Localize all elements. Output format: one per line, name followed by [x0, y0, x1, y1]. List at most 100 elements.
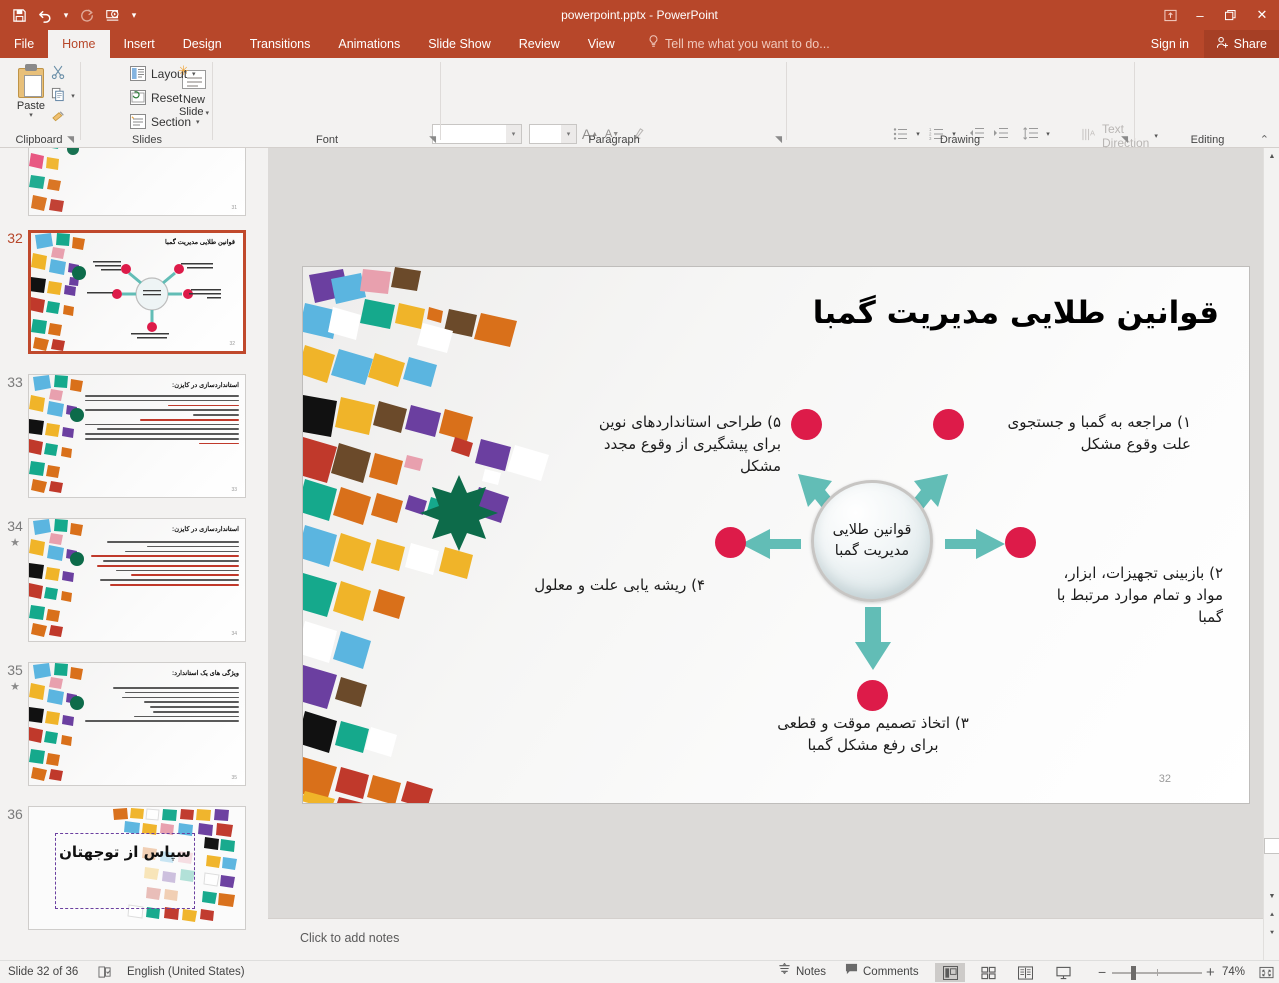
thumbnail-page-number: 35 — [231, 775, 237, 781]
group-divider — [212, 62, 213, 140]
node-dot-3[interactable] — [857, 680, 888, 711]
slide-count-label: Slide 32 of 36 — [8, 966, 79, 978]
drawing-dialog-launcher[interactable]: ◥ — [1121, 134, 1128, 145]
node-label-1[interactable]: ۱) مراجعه به گمبا و جستجوی علت وقوع مشکل — [969, 411, 1191, 455]
language-label[interactable]: English (United States) — [127, 961, 245, 983]
restore-icon[interactable] — [1215, 0, 1245, 30]
center-node-line2: مدیریت گمبا — [834, 543, 910, 559]
tab-slide-show[interactable]: Slide Show — [414, 30, 505, 58]
notes-placeholder[interactable]: Click to add notes — [300, 931, 399, 945]
notes-button[interactable]: Notes — [778, 961, 826, 983]
slide-thumbnail[interactable]: 31 — [28, 148, 246, 216]
tab-review[interactable]: Review — [505, 30, 574, 58]
main-scroll-down-icon[interactable]: ▼ — [1264, 888, 1279, 904]
layout-dropdown-icon[interactable]: ▾ — [192, 70, 196, 78]
share-person-icon — [1216, 36, 1229, 52]
slide-thumbnail-32[interactable]: قوانین طلایی مدیریت گمبا 32 — [28, 230, 246, 354]
node-label-2[interactable]: ۲) بازبینی تجهیزات، ابزار، مواد و تمام م… — [1043, 562, 1223, 628]
node-label-3[interactable]: ۳) اتخاذ تصمیم موقت و قطعی برای رفع مشکل… — [743, 712, 1003, 756]
sign-in-button[interactable]: Sign in — [1151, 30, 1189, 58]
copy-button[interactable] — [48, 86, 68, 106]
tab-design[interactable]: Design — [169, 30, 236, 58]
group-divider — [440, 62, 441, 140]
fit-to-window-button[interactable] — [1256, 963, 1276, 982]
previous-slide-icon[interactable]: ⯅ — [1264, 908, 1279, 924]
notes-icon — [778, 961, 791, 983]
zoom-in-button[interactable]: + — [1206, 961, 1215, 983]
zoom-slider-thumb[interactable] — [1131, 966, 1136, 980]
layout-button[interactable]: Layout ▾ — [130, 66, 196, 81]
node-dot-1[interactable] — [933, 409, 964, 440]
share-button[interactable]: Share — [1203, 30, 1279, 58]
section-button[interactable]: Section ▾ — [130, 114, 200, 129]
tab-insert[interactable]: Insert — [110, 30, 169, 58]
main-scroll-up-icon[interactable]: ▲ — [1264, 148, 1279, 164]
font-dialog-launcher[interactable]: ◥ — [429, 134, 436, 145]
slide-thumbnail-34[interactable]: استانداردسازی در کایزن: 34 — [28, 518, 246, 642]
animation-star-icon: ★ — [10, 681, 20, 693]
ribbon-display-options-icon[interactable] — [1155, 0, 1185, 30]
window-title: powerpoint.pptx - PowerPoint — [561, 8, 718, 22]
node-label-4[interactable]: ۴) ریشه یابی علت و معلول — [503, 574, 705, 596]
node-dot-4[interactable] — [715, 527, 746, 558]
close-icon[interactable]: ✕ — [1245, 0, 1279, 30]
slide-page-number: 32 — [1158, 773, 1171, 785]
main-scrollbar-track[interactable] — [1265, 166, 1279, 866]
notes-pane[interactable]: Click to add notes — [268, 918, 1263, 960]
slide-thumbnail-36[interactable]: سپاس از توجهتان — [28, 806, 246, 930]
share-label: Share — [1233, 37, 1267, 51]
tab-home[interactable]: Home — [48, 30, 110, 58]
thumbnail-number-36: 36 — [7, 806, 23, 822]
node-dot-5[interactable] — [791, 409, 822, 440]
ribbon-group-paragraph: ▾ 123 ▾ ▾ A Text Direction ▾ Paragraph ◥ — [442, 58, 1158, 210]
title-bar: ▾ ▾ powerpoint.pptx - PowerPoint – ✕ — [0, 0, 1279, 30]
scissors-icon — [51, 65, 66, 83]
main-vertical-scrollbar[interactable]: ▲ ▼ ⯅ ⯆ — [1263, 148, 1279, 960]
thumbnail-title-35: ویژگی های یک استاندارد: — [171, 670, 239, 677]
cut-button[interactable] — [48, 64, 68, 84]
zoom-out-button[interactable]: − — [1098, 961, 1106, 983]
main-scrollbar-thumb[interactable] — [1264, 838, 1279, 854]
zoom-level-label[interactable]: 74% — [1222, 961, 1245, 983]
thumbnail-number-34: 34 — [7, 518, 23, 534]
node-label-5[interactable]: ۵) طراحی استانداردهای نوین برای پیشگیری … — [553, 411, 781, 477]
node-dot-2[interactable] — [1005, 527, 1036, 558]
view-slideshow-button[interactable] — [1048, 963, 1078, 982]
current-slide[interactable]: قوانین طلایی مدیریت گمبا قوانین طلایی مد… — [302, 266, 1250, 804]
tab-transitions[interactable]: Transitions — [236, 30, 325, 58]
copy-dropdown-icon[interactable]: ▾ — [68, 86, 78, 106]
section-dropdown-icon[interactable]: ▾ — [196, 118, 200, 126]
comments-button[interactable]: Comments — [845, 961, 919, 983]
slide-thumbnail-33[interactable]: استانداردسازی در کایزن: 33 — [28, 374, 246, 498]
reset-label: Reset — [151, 90, 183, 105]
collapse-ribbon-icon[interactable]: ⌃ — [1260, 133, 1269, 146]
minimize-icon[interactable]: – — [1185, 0, 1215, 30]
tab-view[interactable]: View — [574, 30, 629, 58]
tab-file[interactable]: File — [0, 30, 48, 58]
format-painter-button[interactable] — [48, 108, 68, 128]
thumbnail-title-33: استانداردسازی در کایزن: — [172, 382, 239, 389]
zoom-slider-tick — [1157, 969, 1158, 976]
clipboard-dialog-launcher[interactable]: ◥ — [67, 134, 74, 145]
paste-dropdown-icon[interactable]: ▾ — [29, 111, 33, 119]
reset-button[interactable]: Reset — [130, 90, 182, 105]
copy-icon — [51, 87, 66, 105]
slide-edit-area[interactable]: قوانین طلایی مدیریت گمبا قوانین طلایی مد… — [268, 148, 1263, 918]
spellcheck-icon[interactable] — [98, 961, 112, 983]
tell-me-search[interactable]: Tell me what you want to do... — [648, 30, 830, 58]
view-reading-button[interactable] — [1010, 963, 1040, 982]
group-label-font: Font — [315, 134, 338, 146]
paste-icon — [16, 64, 46, 98]
view-slide-sorter-button[interactable] — [973, 963, 1003, 982]
paragraph-dialog-launcher[interactable]: ◥ — [775, 134, 782, 145]
view-normal-button[interactable] — [935, 963, 965, 982]
slide-thumbnail-35[interactable]: ویژگی های یک استاندارد: 35 — [28, 662, 246, 786]
thumbnail-page-number: 32 — [229, 341, 235, 347]
next-slide-icon[interactable]: ⯆ — [1264, 926, 1279, 942]
tab-animations[interactable]: Animations — [324, 30, 414, 58]
slide-thumbnail-panel[interactable]: 31 32 قوانین طلایی مدیریت گمبا 32 33 است… — [0, 148, 268, 960]
reset-icon — [130, 90, 146, 105]
ribbon: Paste ▾ ▾ Clipboard ◥ ✳ New Slide ▾ Layo… — [0, 58, 1279, 210]
diagram-center-node[interactable]: قوانین طلایی مدیریت گمبا — [811, 480, 933, 602]
status-bar: Slide 32 of 36 English (United States) N… — [0, 960, 1279, 983]
